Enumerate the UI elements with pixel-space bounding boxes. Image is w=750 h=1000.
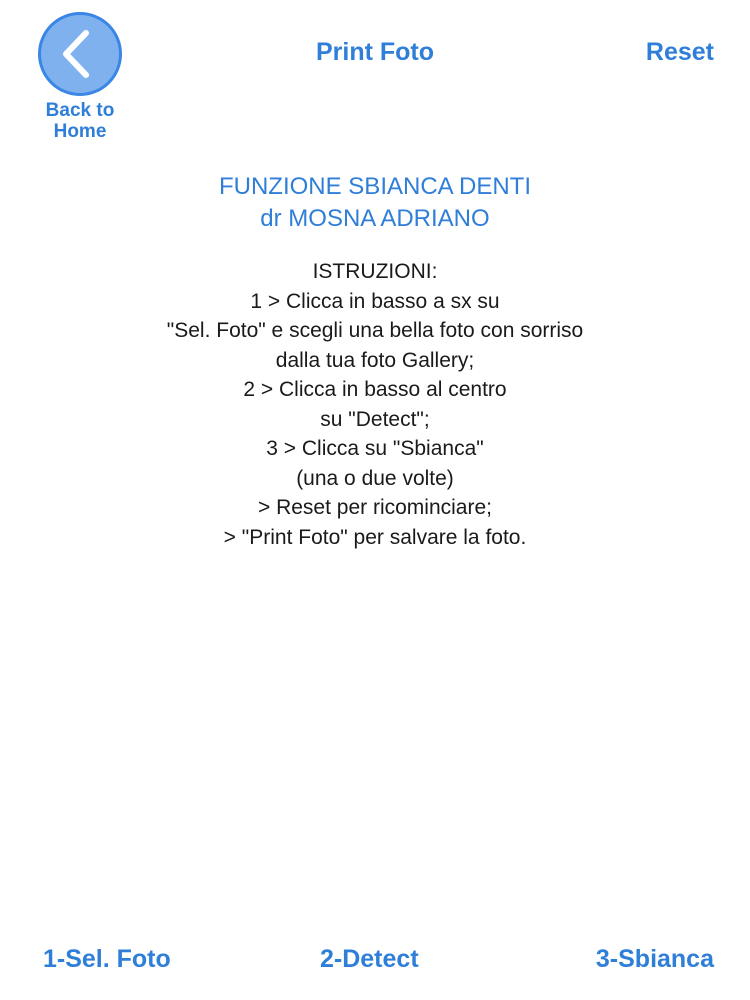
print-foto-button[interactable]: Print Foto — [316, 38, 434, 67]
instruction-line: 2 > Clicca in basso al centro — [243, 378, 507, 401]
instruction-line: > "Print Foto" per salvare la foto. — [223, 525, 527, 549]
page-heading: FUNZIONE SBIANCA DENTI dr MOSNA ADRIANO — [0, 171, 750, 235]
instruction-line: > Reset per ricominciare; — [257, 496, 492, 519]
chevron-left-icon — [63, 30, 89, 78]
back-circle[interactable] — [38, 12, 122, 96]
instructions-block: ISTRUZIONI: 1 > Clicca in basso a sx su … — [0, 257, 750, 552]
select-photo-button[interactable]: 1-Sel. Foto — [43, 945, 171, 974]
instruction-line: su "Detect"; — [320, 407, 430, 431]
instructions-title: ISTRUZIONI: — [312, 260, 438, 283]
detect-button[interactable]: 2-Detect — [320, 945, 419, 974]
reset-button[interactable]: Reset — [646, 38, 714, 67]
instruction-line: dalla tua foto Gallery; — [275, 348, 475, 372]
instruction-line: 3 > Clicca su "Sbianca" — [266, 437, 484, 460]
instruction-line: 1 > Clicca in basso a sx su — [250, 289, 500, 313]
back-to-home-button[interactable]: Back to Home — [38, 12, 122, 142]
back-to-home-label[interactable]: Back to Home — [38, 100, 122, 142]
heading-subtitle: dr MOSNA ADRIANO — [260, 205, 490, 232]
instruction-line: (una o due volte) — [296, 466, 454, 490]
instruction-line: "Sel. Foto" e scegli una bella foto con … — [166, 319, 584, 342]
whiten-button[interactable]: 3-Sbianca — [596, 945, 714, 974]
heading-title: FUNZIONE SBIANCA DENTI — [218, 173, 532, 200]
